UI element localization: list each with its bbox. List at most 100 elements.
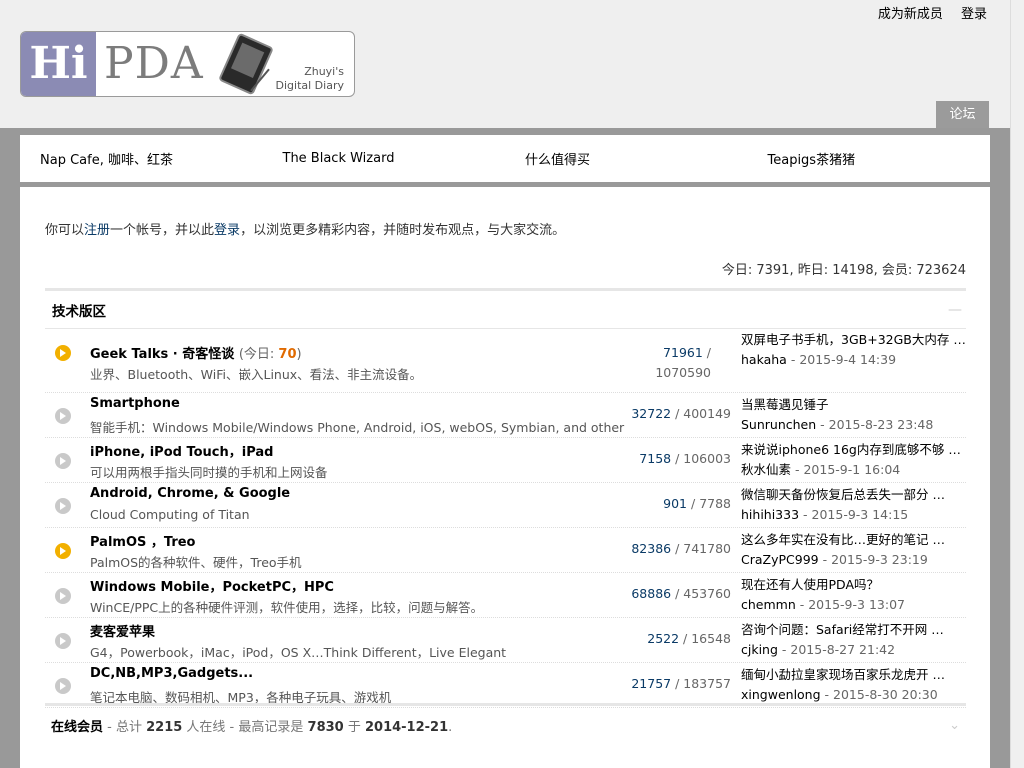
- last-post-time: 2015-8-30 20:30: [833, 687, 938, 702]
- register-link[interactable]: 成为新成员: [878, 7, 943, 22]
- section-header: 技术版区 —: [45, 288, 966, 329]
- forum-row: Android, Chrome, & Google Cloud Computin…: [45, 483, 966, 528]
- login-link[interactable]: 登录: [961, 7, 987, 22]
- last-post-time: 2015-9-3 14:15: [811, 507, 909, 522]
- last-post-meta: 秋水仙素 - 2015-9-1 16:04: [741, 462, 901, 477]
- forum-counts: 2522 / 16548: [647, 631, 731, 646]
- last-post-title[interactable]: 咨询个问题：Safari经常打不开网 …: [741, 620, 966, 640]
- nav-item-smzdm[interactable]: 什么值得买: [505, 149, 748, 168]
- last-post-meta: chemmn - 2015-9-3 13:07: [741, 597, 905, 612]
- login-inline-link[interactable]: 登录: [214, 223, 240, 238]
- last-post-user[interactable]: xingwenlong: [741, 687, 821, 702]
- thread-count[interactable]: 7158: [639, 451, 671, 466]
- forum-counts: 68886 / 453760: [631, 586, 731, 601]
- last-post: 这么多年实在没有比…更好的笔记 … CraZyPC999 - 2015-9-3 …: [741, 530, 966, 570]
- forum-list: Geek Talks · 奇客怪谈 (今日: 70) 业界、Bluetooth、…: [45, 329, 966, 708]
- last-post-time: 2015-8-27 21:42: [790, 642, 896, 657]
- last-post-meta: CraZyPC999 - 2015-9-3 23:19: [741, 552, 928, 567]
- main-content: 你可以注册一个帐号，并以此登录，以浏览更多精彩内容，并随时发布观点，与大家交流。…: [20, 187, 990, 768]
- last-post-title[interactable]: 现在还有人使用PDA吗？: [741, 575, 966, 595]
- header: 成为新成员 登录 Hi PDA Zhuyi's Digital Diary 论坛: [0, 0, 1011, 128]
- forum-description: G4，Powerbook，iMac，iPod，OS X…Think Differ…: [90, 645, 507, 660]
- last-post: 微信聊天备份恢复后总丢失一部分 … hihihi333 - 2015-9-3 1…: [741, 485, 966, 525]
- online-max-date: 2014-12-21: [364, 720, 449, 735]
- no-new-posts-icon: [55, 588, 71, 604]
- forum-name[interactable]: Smartphone: [90, 396, 180, 411]
- collapse-icon[interactable]: —: [948, 302, 962, 318]
- nav-item-black-wizard[interactable]: The Black Wizard: [263, 151, 506, 166]
- last-post-title[interactable]: 缅甸小勐拉皇家现场百家乐龙虎开 …: [741, 665, 966, 685]
- online-title[interactable]: 在线会员: [51, 720, 103, 735]
- forum-name[interactable]: DC,NB,MP3,Gadgets...: [90, 666, 253, 681]
- last-post-time: 2015-8-23 23:48: [828, 417, 934, 432]
- last-post: 双屏电子书手机，3GB+32GB大内存 … hakaha - 2015-9-4 …: [741, 330, 966, 370]
- post-count: 7788: [699, 496, 731, 511]
- forum-section: 技术版区 — Geek Talks · 奇客怪谈 (今日: 70) 业界、Blu…: [45, 288, 966, 708]
- last-post-user[interactable]: hakaha: [741, 352, 787, 367]
- last-post-title[interactable]: 来说说iphone6 16g内存到底够不够 …: [741, 440, 966, 460]
- forum-counts: 71961 /1070590: [655, 345, 711, 380]
- post-count: 453760: [683, 586, 731, 601]
- site-stats: 今日: 7391, 昨日: 14198, 会员: 723624: [721, 263, 966, 278]
- thread-count[interactable]: 2522: [647, 631, 679, 646]
- last-post: 咨询个问题：Safari经常打不开网 … cjking - 2015-8-27 …: [741, 620, 966, 660]
- last-post-meta: Sunrunchen - 2015-8-23 23:48: [741, 417, 934, 432]
- pda-device-icon: [218, 32, 274, 96]
- last-post-title[interactable]: 当黑莓遇见锤子: [741, 395, 966, 415]
- last-post-user[interactable]: cjking: [741, 642, 778, 657]
- site-logo[interactable]: Hi PDA Zhuyi's Digital Diary: [20, 31, 355, 97]
- logo-tagline: Zhuyi's Digital Diary: [275, 65, 344, 92]
- thread-count[interactable]: 68886: [631, 586, 671, 601]
- no-new-posts-icon: [55, 678, 71, 694]
- thread-count[interactable]: 901: [663, 496, 687, 511]
- thread-count[interactable]: 21757: [631, 676, 671, 691]
- forum-counts: 82386 / 741780: [631, 541, 731, 556]
- forum-name[interactable]: Android, Chrome, & Google: [90, 486, 290, 501]
- last-post: 来说说iphone6 16g内存到底够不够 … 秋水仙素 - 2015-9-1 …: [741, 440, 966, 480]
- forum-name[interactable]: iPhone, iPod Touch，iPad: [90, 441, 273, 460]
- post-count: 106003: [683, 451, 731, 466]
- last-post-user[interactable]: hihihi333: [741, 507, 799, 522]
- forum-counts: 21757 / 183757: [631, 676, 731, 691]
- register-inline-link[interactable]: 注册: [84, 223, 110, 238]
- forum-description: 业界、Bluetooth、WiFi、嵌入Linux、看法、非主流设备。: [90, 367, 423, 382]
- no-new-posts-icon: [55, 498, 71, 514]
- last-post-user[interactable]: CraZyPC999: [741, 552, 819, 567]
- forum-counts: 901 / 7788: [663, 496, 731, 511]
- last-post-title[interactable]: 微信聊天备份恢复后总丢失一部分 …: [741, 485, 966, 505]
- last-post-user[interactable]: chemmn: [741, 597, 796, 612]
- forum-name[interactable]: Windows Mobile，PocketPC，HPC: [90, 576, 334, 595]
- post-count: 183757: [683, 676, 731, 691]
- post-count: 400149: [683, 406, 731, 421]
- nav-item-teapigs[interactable]: Teapigs茶猪猪: [748, 149, 991, 168]
- forum-counts: 32722 / 400149: [631, 406, 731, 421]
- forum-name[interactable]: PalmOS ，Treo: [90, 531, 196, 550]
- no-new-posts-icon: [55, 633, 71, 649]
- last-post-meta: hihihi333 - 2015-9-3 14:15: [741, 507, 909, 522]
- scrollbar[interactable]: [1010, 0, 1024, 768]
- thread-count[interactable]: 82386: [631, 541, 671, 556]
- nav-bar: Nap Cafe, 咖啡、红茶 The Black Wizard 什么值得买 T…: [20, 135, 990, 182]
- thread-count[interactable]: 71961: [663, 345, 703, 360]
- last-post-title[interactable]: 双屏电子书手机，3GB+32GB大内存 …: [741, 330, 966, 350]
- tab-forum[interactable]: 论坛: [936, 101, 989, 128]
- online-total: 2215: [146, 720, 183, 735]
- last-post-user[interactable]: 秋水仙素: [741, 462, 791, 477]
- welcome-message: 你可以注册一个帐号，并以此登录，以浏览更多精彩内容，并随时发布观点，与大家交流。: [45, 223, 566, 238]
- nav-item-nap-cafe[interactable]: Nap Cafe, 咖啡、红茶: [20, 149, 263, 168]
- thread-count[interactable]: 32722: [631, 406, 671, 421]
- forum-row: Geek Talks · 奇客怪谈 (今日: 70) 业界、Bluetooth、…: [45, 329, 966, 393]
- last-post: 现在还有人使用PDA吗？ chemmn - 2015-9-3 13:07: [741, 575, 966, 615]
- last-post-time: 2015-9-3 13:07: [808, 597, 905, 612]
- chevron-down-icon[interactable]: ⌄: [949, 718, 960, 733]
- new-posts-icon: [55, 543, 71, 559]
- forum-counts: 7158 / 106003: [639, 451, 731, 466]
- last-post-title[interactable]: 这么多年实在没有比…更好的笔记 …: [741, 530, 966, 550]
- forum-name[interactable]: 麦客爱苹果: [90, 621, 155, 640]
- last-post-time: 2015-9-4 14:39: [799, 352, 897, 367]
- last-post-meta: xingwenlong - 2015-8-30 20:30: [741, 687, 938, 702]
- last-post-user[interactable]: Sunrunchen: [741, 417, 816, 432]
- forum-name[interactable]: Geek Talks · 奇客怪谈 (今日: 70): [90, 343, 302, 362]
- section-title[interactable]: 技术版区: [52, 300, 106, 320]
- no-new-posts-icon: [55, 453, 71, 469]
